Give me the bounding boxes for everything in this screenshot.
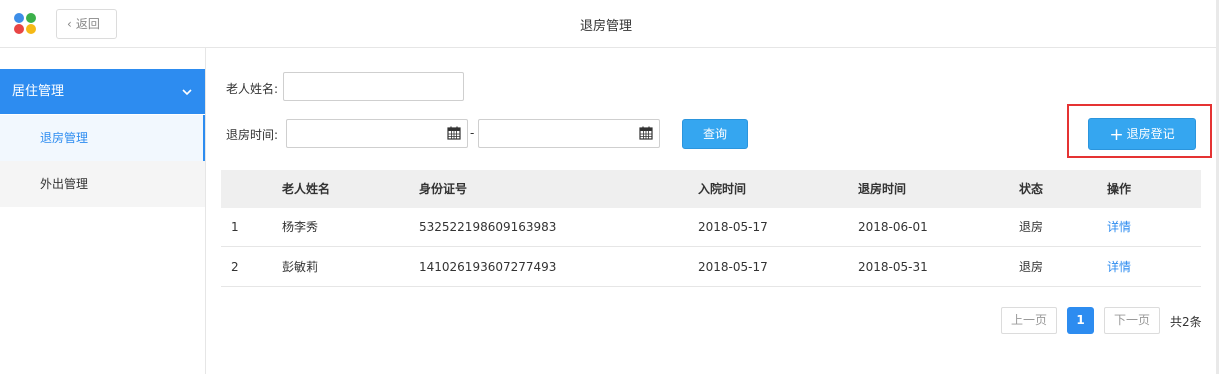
details-link[interactable]: 详情 — [1107, 248, 1131, 286]
sidebar-item-checkout[interactable]: 退房管理 — [0, 115, 205, 161]
cell-name: 杨李秀 — [282, 220, 319, 234]
cell-status: 退房 — [1019, 220, 1044, 234]
date-filter-label: 退房时间: — [226, 128, 279, 142]
col-id-number: 身份证号 — [419, 182, 468, 196]
col-admission-date: 入院时间 — [698, 182, 747, 196]
plus-icon: + — [1109, 125, 1124, 145]
sidebar-group-label: 居住管理 — [12, 84, 65, 99]
cell-id-number: 141026193607277493 — [419, 260, 557, 274]
cell-id-number: 532522198609163983 — [419, 220, 557, 234]
table-header: 老人姓名 身份证号 入院时间 退房时间 状态 操作 — [221, 170, 1201, 208]
sidebar: 居住管理 退房管理 外出管理 — [0, 48, 206, 374]
name-filter-label: 老人姓名: — [226, 82, 279, 96]
details-link[interactable]: 详情 — [1107, 208, 1131, 246]
next-page-button[interactable]: 下一页 — [1104, 307, 1160, 334]
total-count: 共2条 — [1170, 315, 1202, 329]
col-actions: 操作 — [1107, 182, 1132, 196]
chevron-down-icon — [181, 69, 193, 114]
cell-checkout-date: 2018-05-31 — [858, 260, 928, 274]
col-name: 老人姓名 — [282, 182, 331, 196]
date-to-input[interactable] — [478, 119, 660, 148]
cell-checkout-date: 2018-06-01 — [858, 220, 928, 234]
cell-index: 2 — [231, 260, 239, 274]
cell-index: 1 — [231, 220, 239, 234]
col-status: 状态 — [1019, 182, 1044, 196]
add-checkout-label: 退房登记 — [1126, 127, 1175, 141]
cell-admission-date: 2018-05-17 — [698, 220, 768, 234]
page-title: 退房管理 — [579, 19, 632, 34]
query-button[interactable]: 查询 — [682, 119, 748, 149]
table-row: 2 彭敏莉 141026193607277493 2018-05-17 2018… — [221, 248, 1201, 287]
date-range-separator: - — [470, 126, 475, 140]
cell-admission-date: 2018-05-17 — [698, 260, 768, 274]
cell-name: 彭敏莉 — [282, 260, 319, 274]
top-bar: ‹ 返回 退房管理 — [0, 0, 1219, 48]
add-checkout-button[interactable]: + 退房登记 — [1088, 118, 1196, 150]
page-1-button[interactable]: 1 — [1067, 307, 1094, 334]
calendar-icon[interactable] — [639, 126, 653, 140]
name-filter-input[interactable] — [283, 72, 464, 101]
date-from-input[interactable] — [286, 119, 468, 148]
col-checkout-date: 退房时间 — [858, 182, 907, 196]
calendar-icon[interactable] — [447, 126, 461, 140]
table-row: 1 杨李秀 532522198609163983 2018-05-17 2018… — [221, 208, 1201, 247]
sidebar-group-residence[interactable]: 居住管理 — [0, 69, 205, 114]
prev-page-button[interactable]: 上一页 — [1001, 307, 1057, 334]
cell-status: 退房 — [1019, 260, 1044, 274]
sidebar-item-outing[interactable]: 外出管理 — [0, 161, 205, 207]
